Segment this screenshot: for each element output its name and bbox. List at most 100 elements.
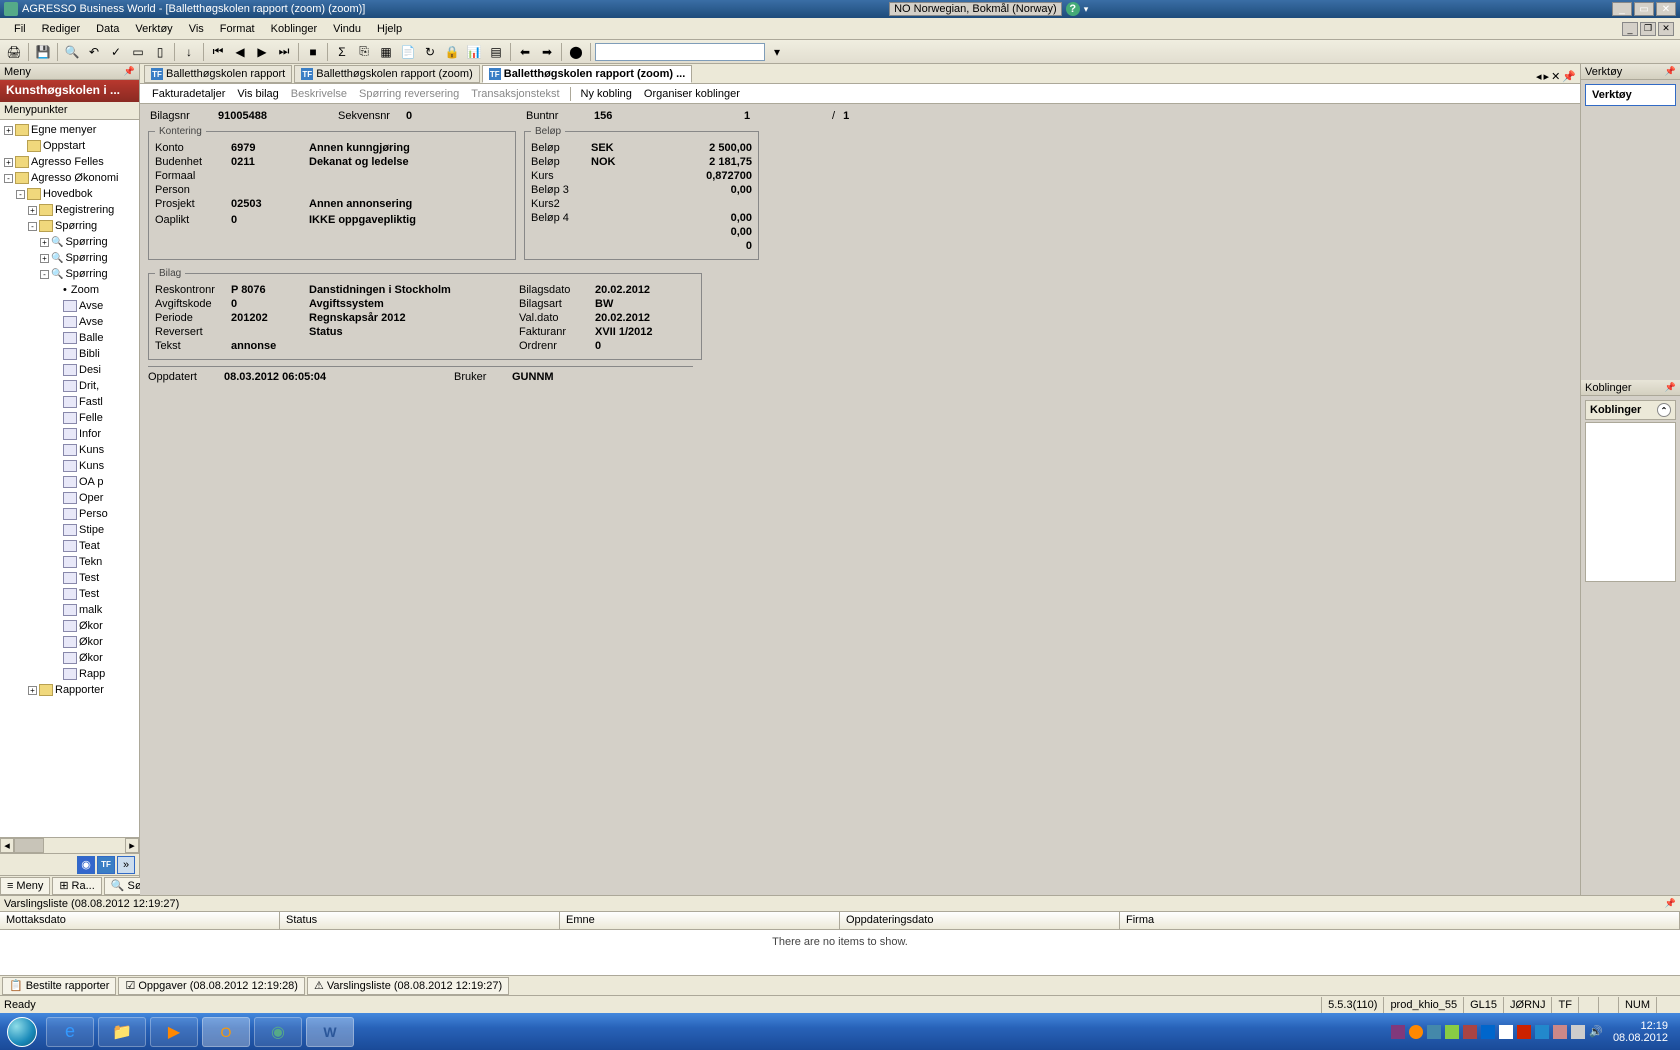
stop-icon[interactable]: ■ <box>303 42 323 62</box>
nav-last-icon[interactable]: ⏭ <box>274 42 294 62</box>
chart-icon[interactable]: 📊 <box>464 42 484 62</box>
scroll-thumb[interactable] <box>14 838 44 853</box>
tree-item[interactable]: +Agresso Felles <box>0 154 139 170</box>
record-icon[interactable]: ⬤ <box>566 42 586 62</box>
col-status[interactable]: Status <box>280 912 560 929</box>
tray-volume-icon[interactable]: 🔊 <box>1589 1025 1603 1039</box>
menu-format[interactable]: Format <box>212 21 263 37</box>
tree-item[interactable]: Test <box>0 570 139 586</box>
tree-toggle-icon[interactable]: + <box>40 254 49 263</box>
tree-item[interactable]: -Hovedbok <box>0 186 139 202</box>
close-button[interactable]: ✕ <box>1656 2 1676 16</box>
action-tab[interactable]: Ny kobling <box>575 86 638 102</box>
menu-fil[interactable]: Fil <box>6 21 34 37</box>
template-icon[interactable]: ▭ <box>128 42 148 62</box>
tree-item[interactable]: Avse <box>0 298 139 314</box>
tree-item[interactable]: Perso <box>0 506 139 522</box>
tab-varslingsliste[interactable]: ⚠Varslingsliste (08.08.2012 12:19:27) <box>307 977 509 995</box>
tray-app2-icon[interactable] <box>1481 1025 1495 1039</box>
tree-toggle-icon[interactable]: + <box>28 206 37 215</box>
tab-bestilte-rapporter[interactable]: 📋Bestilte rapporter <box>2 977 116 995</box>
document-tab[interactable]: TFBalletthøgskolen rapport (zoom) <box>294 65 480 83</box>
menu-koblinger[interactable]: Koblinger <box>263 21 325 37</box>
chevron-up-icon[interactable]: ⌃ <box>1657 403 1671 417</box>
lock-icon[interactable]: 🔒 <box>442 42 462 62</box>
document-tab[interactable]: TFBalletthøgskolen rapport (zoom) ... <box>482 65 693 83</box>
tree-item[interactable]: Økor <box>0 618 139 634</box>
tab-nav-right-icon[interactable]: ▸ <box>1544 70 1550 83</box>
nav-first-icon[interactable]: ⏮ <box>208 42 228 62</box>
col-firma[interactable]: Firma <box>1120 912 1680 929</box>
minimize-button[interactable]: _ <box>1612 2 1632 16</box>
tray-onenote-icon[interactable] <box>1391 1025 1405 1039</box>
tree-item[interactable]: Økor <box>0 634 139 650</box>
tree-item[interactable]: +Rapporter <box>0 682 139 698</box>
nav-tree[interactable]: +Egne menyerOppstart+Agresso Felles-Agre… <box>0 120 139 837</box>
tray-app1-icon[interactable] <box>1463 1025 1477 1039</box>
tree-item[interactable]: Oppstart <box>0 138 139 154</box>
pin-icon[interactable]: 📌 <box>1665 66 1676 77</box>
tree-item[interactable]: Teat <box>0 538 139 554</box>
tree-toggle-icon[interactable]: - <box>16 190 25 199</box>
toolbar-search-go-icon[interactable]: ▾ <box>767 42 787 62</box>
tree-item[interactable]: +Registrering <box>0 202 139 218</box>
task-media[interactable]: ▶ <box>150 1017 198 1047</box>
template2-icon[interactable]: ▯ <box>150 42 170 62</box>
history-back-icon[interactable]: ⬅ <box>515 42 535 62</box>
start-button[interactable] <box>0 1013 44 1050</box>
doc-restore-button[interactable]: ❐ <box>1640 22 1656 36</box>
find-icon[interactable]: 🔍 <box>62 42 82 62</box>
menu-vindu[interactable]: Vindu <box>325 21 369 37</box>
col-mottaksdato[interactable]: Mottaksdato <box>0 912 280 929</box>
action-tab[interactable]: Vis bilag <box>231 86 284 102</box>
tree-item[interactable]: Bibli <box>0 346 139 362</box>
tab-close-icon[interactable]: ✕ <box>1551 70 1560 83</box>
task-outlook[interactable]: O <box>202 1017 250 1047</box>
tree-item[interactable]: Rapp <box>0 666 139 682</box>
tree-item[interactable]: Tekn <box>0 554 139 570</box>
doc-icon[interactable]: 📄 <box>398 42 418 62</box>
tree-horizontal-scrollbar[interactable]: ◂ ▸ <box>0 837 139 853</box>
locale-selector[interactable]: NO Norwegian, Bokmål (Norway) <box>889 2 1062 16</box>
tree-item[interactable]: Stipe <box>0 522 139 538</box>
check-icon[interactable]: ✓ <box>106 42 126 62</box>
save-icon[interactable]: 💾 <box>33 42 53 62</box>
menu-rediger[interactable]: Rediger <box>34 21 89 37</box>
history-fwd-icon[interactable]: ➡ <box>537 42 557 62</box>
taskbar-clock[interactable]: 12:19 08.08.2012 <box>1607 1020 1674 1044</box>
tree-item[interactable]: Kuns <box>0 442 139 458</box>
tab-rapporter[interactable]: ⊞Ra... <box>52 877 101 895</box>
tab-oppgaver[interactable]: ☑Oppgaver (08.08.2012 12:19:28) <box>118 977 305 995</box>
tree-item[interactable]: OA p <box>0 474 139 490</box>
refresh-icon[interactable]: ↻ <box>420 42 440 62</box>
menu-verktoy[interactable]: Verktøy <box>127 21 180 37</box>
tree-item[interactable]: Fastl <box>0 394 139 410</box>
locale-dropdown-icon[interactable]: ▾ <box>1084 4 1089 15</box>
tree-toggle-icon[interactable]: + <box>4 126 13 135</box>
toolbar-search-input[interactable] <box>595 43 765 61</box>
tree-item[interactable]: •Zoom <box>0 282 139 298</box>
task-ie[interactable]: e <box>46 1017 94 1047</box>
tree-item[interactable]: +🔍Spørring <box>0 250 139 266</box>
tree-toggle-icon[interactable]: - <box>28 222 37 231</box>
col-emne[interactable]: Emne <box>560 912 840 929</box>
menu-data[interactable]: Data <box>88 21 127 37</box>
task-explorer[interactable]: 📁 <box>98 1017 146 1047</box>
action-tab[interactable]: Organiser koblinger <box>638 86 746 102</box>
undo-icon[interactable]: ↶ <box>84 42 104 62</box>
menu-hjelp[interactable]: Hjelp <box>369 21 410 37</box>
tree-item[interactable]: malk <box>0 602 139 618</box>
tree-item[interactable]: +Egne menyer <box>0 122 139 138</box>
down-icon[interactable]: ↓ <box>179 42 199 62</box>
tree-item[interactable]: Kuns <box>0 458 139 474</box>
tree-item[interactable]: Desi <box>0 362 139 378</box>
copy-icon[interactable]: ⎘ <box>354 42 374 62</box>
pin-icon[interactable]: 📌 <box>1665 898 1676 909</box>
task-agresso[interactable]: ◉ <box>254 1017 302 1047</box>
sigma-icon[interactable]: Σ <box>332 42 352 62</box>
scroll-left-icon[interactable]: ◂ <box>0 838 14 853</box>
tray-shield-icon[interactable] <box>1445 1025 1459 1039</box>
tray-flag-icon[interactable] <box>1499 1025 1513 1039</box>
tray-app5-icon[interactable] <box>1553 1025 1567 1039</box>
tree-item[interactable]: Avse <box>0 314 139 330</box>
